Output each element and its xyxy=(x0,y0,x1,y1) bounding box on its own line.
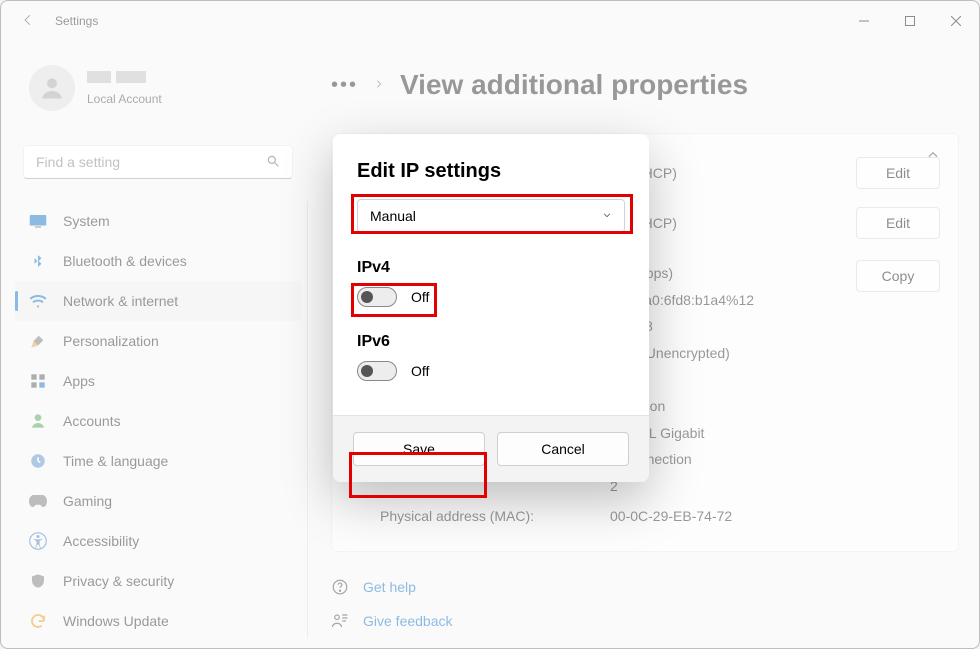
settings-window: Settings Local Account SystemBluetooth &… xyxy=(0,0,980,649)
ipv4-state: Off xyxy=(411,289,429,305)
ipv4-label: IPv4 xyxy=(357,259,625,277)
cancel-button[interactable]: Cancel xyxy=(497,432,629,466)
dialog-title: Edit IP settings xyxy=(357,160,625,183)
edit-ip-dialog: Edit IP settings Manual IPv4 Off IPv6 Of… xyxy=(333,134,649,482)
ipv6-toggle[interactable] xyxy=(357,361,397,381)
ip-mode-value: Manual xyxy=(370,208,416,224)
chevron-down-icon xyxy=(602,210,612,223)
ipv6-label: IPv6 xyxy=(357,333,625,351)
ipv6-state: Off xyxy=(411,363,429,379)
save-button[interactable]: Save xyxy=(353,432,485,466)
ipv4-toggle[interactable] xyxy=(357,287,397,307)
ip-mode-select[interactable]: Manual xyxy=(357,199,625,233)
